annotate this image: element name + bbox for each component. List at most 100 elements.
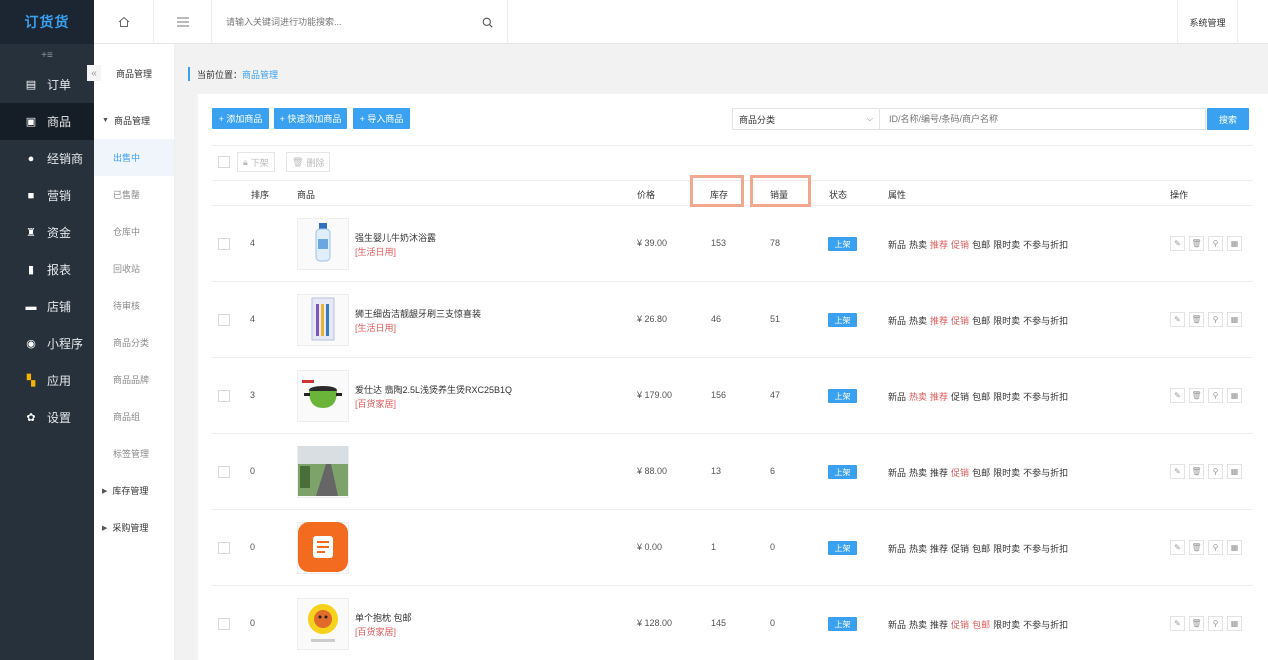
attr-tag[interactable]: 促销 <box>951 316 969 326</box>
menu-toggle-button[interactable] <box>154 0 212 44</box>
qrcode-icon[interactable]: ▦ <box>1227 464 1242 479</box>
row-checkbox[interactable] <box>218 542 230 554</box>
status-badge[interactable]: 上架 <box>828 313 857 327</box>
subnav-group-product-management[interactable]: ▼ 商品管理 <box>94 102 174 139</box>
product-thumbnail[interactable] <box>297 598 349 650</box>
edit-icon[interactable]: ✎ <box>1170 464 1185 479</box>
edit-icon[interactable]: ✎ <box>1170 236 1185 251</box>
row-checkbox[interactable] <box>218 238 230 250</box>
sidebar-item-apps[interactable]: ▚ 应用 <box>0 362 94 399</box>
attr-tag[interactable]: 限时卖 <box>993 468 1020 478</box>
link-icon[interactable]: ⚲ <box>1208 388 1223 403</box>
attr-tag[interactable]: 推荐 <box>930 544 948 554</box>
subnav-item-brands[interactable]: 商品品牌 <box>94 361 174 398</box>
system-management-link[interactable]: 系统管理 <box>1178 0 1238 44</box>
breadcrumb-current[interactable]: 商品管理 <box>242 68 278 81</box>
product-thumbnail[interactable] <box>297 294 349 346</box>
import-product-button[interactable]: + 导入商品 <box>353 108 410 129</box>
attr-tag[interactable]: 包邮 <box>972 240 990 250</box>
attr-tag[interactable]: 不参与折扣 <box>1023 240 1068 250</box>
product-name[interactable]: 爱仕达 翡陶2.5L浅煲养生煲RXC25B1Q <box>355 383 512 396</box>
subnav-group-purchasing[interactable]: ▶ 采购管理 <box>94 509 174 546</box>
home-button[interactable] <box>94 0 154 44</box>
quick-add-product-button[interactable]: + 快速添加商品 <box>274 108 347 129</box>
attr-tag[interactable]: 促销 <box>951 544 969 554</box>
attr-tag[interactable]: 热卖 <box>909 544 927 554</box>
attr-tag[interactable]: 限时卖 <box>993 316 1020 326</box>
sidebar-item-mini-program[interactable]: ◉ 小程序 <box>0 325 94 362</box>
attr-tag[interactable]: 包邮 <box>972 620 990 630</box>
status-badge[interactable]: 上架 <box>828 237 857 251</box>
row-checkbox[interactable] <box>218 314 230 326</box>
edit-icon[interactable]: ✎ <box>1170 540 1185 555</box>
trash-icon[interactable]: 🗑︎ <box>1189 464 1204 479</box>
attr-tag[interactable]: 限时卖 <box>993 620 1020 630</box>
attr-tag[interactable]: 新品 <box>888 620 906 630</box>
attr-tag[interactable]: 包邮 <box>972 468 990 478</box>
subnav-item-warehouse[interactable]: 仓库中 <box>94 213 174 250</box>
bulk-delete-button[interactable]: 🗑︎ 删除 <box>286 152 331 172</box>
search-icon[interactable] <box>482 17 493 28</box>
add-product-button[interactable]: + 添加商品 <box>212 108 269 129</box>
qrcode-icon[interactable]: ▦ <box>1227 236 1242 251</box>
attr-tag[interactable]: 包邮 <box>972 392 990 402</box>
status-badge[interactable]: 上架 <box>828 465 857 479</box>
trash-icon[interactable]: 🗑︎ <box>1189 236 1204 251</box>
row-checkbox[interactable] <box>218 618 230 630</box>
attr-tag[interactable]: 促销 <box>951 620 969 630</box>
attr-tag[interactable]: 推荐 <box>930 620 948 630</box>
sidebar-item-distributors[interactable]: ● 经销商 <box>0 140 94 177</box>
subnav-item-pending-review[interactable]: 待审核 <box>94 287 174 324</box>
product-name[interactable]: 单个抱枕 包邮 <box>355 611 412 624</box>
col-price[interactable]: 价格 <box>637 188 655 201</box>
attr-tag[interactable]: 限时卖 <box>993 240 1020 250</box>
product-name[interactable]: 狮王细齿洁靓龈牙刷三支惊喜装 <box>355 307 481 320</box>
product-thumbnail[interactable] <box>297 445 349 498</box>
link-icon[interactable]: ⚲ <box>1208 616 1223 631</box>
subnav-group-inventory[interactable]: ▶ 库存管理 <box>94 472 174 509</box>
attr-tag[interactable]: 推荐 <box>930 316 948 326</box>
sidebar-collapse-toggle[interactable]: +≡ <box>0 44 94 66</box>
sidebar-item-marketing[interactable]: ■ 营销 <box>0 177 94 214</box>
subnav-item-tags[interactable]: 标签管理 <box>94 435 174 472</box>
link-icon[interactable]: ⚲ <box>1208 540 1223 555</box>
subnav-item-recycle-bin[interactable]: 回收站 <box>94 250 174 287</box>
attr-tag[interactable]: 不参与折扣 <box>1023 544 1068 554</box>
attr-tag[interactable]: 热卖 <box>909 468 927 478</box>
attr-tag[interactable]: 包邮 <box>972 316 990 326</box>
attr-tag[interactable]: 推荐 <box>930 468 948 478</box>
attr-tag[interactable]: 推荐 <box>930 240 948 250</box>
function-search-input[interactable] <box>226 17 466 27</box>
sidebar-item-store[interactable]: ▬ 店铺 <box>0 288 94 325</box>
row-checkbox[interactable] <box>218 466 230 478</box>
sidebar-item-orders[interactable]: ▤ 订单 <box>0 66 94 103</box>
attr-tag[interactable]: 新品 <box>888 240 906 250</box>
category-select[interactable]: 商品分类 ⌵ <box>732 108 880 130</box>
offshelf-button[interactable]: 🔒︎ 下架 <box>237 152 275 172</box>
attr-tag[interactable]: 不参与折扣 <box>1023 620 1068 630</box>
attr-tag[interactable]: 推荐 <box>930 392 948 402</box>
subnav-collapse-button[interactable]: « <box>87 65 101 81</box>
trash-icon[interactable]: 🗑︎ <box>1189 312 1204 327</box>
attr-tag[interactable]: 包邮 <box>972 544 990 554</box>
attr-tag[interactable]: 限时卖 <box>993 392 1020 402</box>
attr-tag[interactable]: 新品 <box>888 468 906 478</box>
trash-icon[interactable]: 🗑︎ <box>1189 540 1204 555</box>
attr-tag[interactable]: 热卖 <box>909 316 927 326</box>
attr-tag[interactable]: 热卖 <box>909 620 927 630</box>
attr-tag[interactable]: 热卖 <box>909 392 927 402</box>
subnav-item-product-groups[interactable]: 商品组 <box>94 398 174 435</box>
attr-tag[interactable]: 限时卖 <box>993 544 1020 554</box>
attr-tag[interactable]: 不参与折扣 <box>1023 468 1068 478</box>
product-filter-input[interactable] <box>889 114 1189 124</box>
link-icon[interactable]: ⚲ <box>1208 236 1223 251</box>
qrcode-icon[interactable]: ▦ <box>1227 616 1242 631</box>
search-button[interactable]: 搜索 <box>1207 108 1249 130</box>
status-badge[interactable]: 上架 <box>828 617 857 631</box>
product-name[interactable]: 强生婴儿牛奶沐浴露 <box>355 231 436 244</box>
attr-tag[interactable]: 热卖 <box>909 240 927 250</box>
status-badge[interactable]: 上架 <box>828 389 857 403</box>
link-icon[interactable]: ⚲ <box>1208 312 1223 327</box>
qrcode-icon[interactable]: ▦ <box>1227 540 1242 555</box>
subnav-item-on-sale[interactable]: 出售中 <box>94 139 174 176</box>
